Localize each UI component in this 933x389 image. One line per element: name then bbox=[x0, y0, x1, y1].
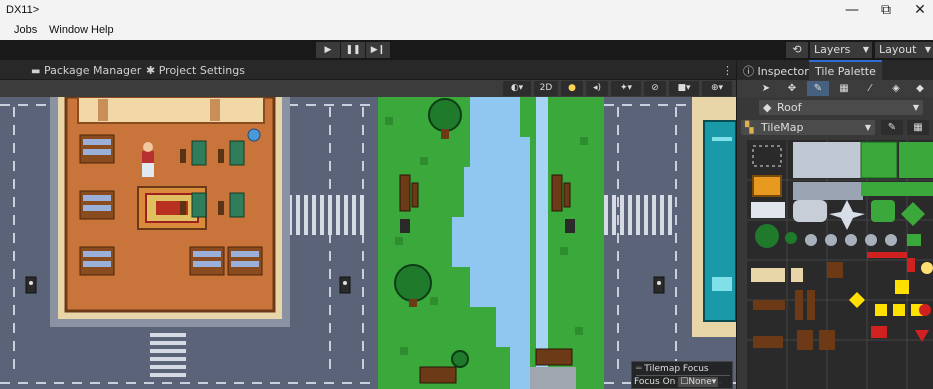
tab-package-manager-label: Package Manager bbox=[43, 64, 142, 77]
layout-dropdown[interactable]: Layout ▼ bbox=[875, 42, 933, 58]
drag-handle-icon[interactable]: ═ bbox=[636, 364, 641, 374]
tab-tile-palette[interactable]: Tile Palette bbox=[809, 60, 882, 80]
minimize-button[interactable]: — bbox=[838, 2, 866, 18]
fill-bucket-icon[interactable]: ◆ bbox=[909, 81, 931, 96]
menu-bar: Jobs Window Help bbox=[0, 22, 933, 40]
layout-label: Layout bbox=[879, 43, 917, 56]
tilemap-focus-overlay: ═ Tilemap Focus Focus On ☐None▾ bbox=[631, 361, 733, 389]
right-tab-strip: ⓘ Inspector Tile Palette bbox=[737, 60, 933, 80]
chevron-down-icon: ▼ bbox=[862, 45, 869, 54]
tab-inspector-label: Inspector bbox=[757, 65, 809, 78]
tile-palette-panel: ⓘ Inspector Tile Palette ➤ ✥ ✎ ▦ ⁄ ◈ ◆ ◆… bbox=[736, 60, 933, 389]
paint-brush-icon[interactable]: ✎ bbox=[807, 81, 829, 96]
focus-value: None bbox=[688, 377, 712, 387]
active-tilemap-dropdown[interactable]: ▚ TileMap ▼ bbox=[741, 120, 875, 135]
camera-dropdown-icon[interactable]: ■▾ bbox=[669, 81, 699, 96]
close-button[interactable]: ✕ bbox=[906, 2, 933, 18]
history-icon[interactable]: ⟲ bbox=[786, 42, 808, 58]
layers-label: Layers bbox=[814, 43, 851, 56]
palette-tiles bbox=[747, 140, 933, 389]
more-options-icon[interactable]: ⋮ bbox=[722, 64, 733, 77]
tilemap-icon: ▚ bbox=[745, 121, 754, 134]
chevron-down-icon: ▼ bbox=[924, 45, 931, 54]
gear-icon: ✱ bbox=[146, 64, 156, 77]
grid-settings-icon[interactable]: ▦ bbox=[907, 120, 929, 135]
select-tool-icon[interactable]: ➤ bbox=[755, 81, 777, 96]
main-toolbar: ▶ ❚❚ ▶❙ ⟲ ⚲ Layers ▼ Layout ▼ bbox=[0, 40, 933, 60]
scene-tab-strip: ▬ Package Manager ✱ Project Settings ⋮ bbox=[0, 60, 736, 80]
focus-on-dropdown[interactable]: ☐None▾ bbox=[678, 377, 719, 387]
tile-palette-grid[interactable] bbox=[747, 140, 933, 389]
lighting-toggle-icon[interactable]: ● bbox=[561, 81, 583, 96]
window-title: DX11> bbox=[6, 4, 40, 16]
tilemap-focus-title: Tilemap Focus bbox=[644, 364, 709, 374]
tab-tile-palette-label: Tile Palette bbox=[815, 65, 876, 78]
focus-on-label: Focus On bbox=[634, 377, 676, 387]
step-button[interactable]: ▶❙ bbox=[366, 42, 390, 58]
menu-jobs[interactable]: Jobs bbox=[14, 24, 37, 36]
tab-project-settings-label: Project Settings bbox=[158, 64, 245, 77]
edit-palette-icon[interactable]: ✎ bbox=[881, 120, 903, 135]
picker-icon[interactable]: ⁄ bbox=[859, 81, 881, 96]
eraser-icon[interactable]: ◈ bbox=[885, 81, 907, 96]
layers-dropdown[interactable]: Layers ▼ bbox=[810, 42, 872, 58]
tab-inspector[interactable]: ⓘ Inspector bbox=[743, 63, 809, 79]
mode-2d-toggle[interactable]: 2D bbox=[534, 81, 558, 96]
play-button[interactable]: ▶ bbox=[316, 42, 340, 58]
palette-name: Roof bbox=[777, 101, 802, 114]
chevron-down-icon: ▼ bbox=[912, 103, 919, 112]
hidden-objects-icon[interactable]: ⊘ bbox=[644, 81, 666, 96]
effects-dropdown-icon[interactable]: ✦▾ bbox=[611, 81, 641, 96]
palette-tools: ➤ ✥ ✎ ▦ ⁄ ◈ ◆ bbox=[737, 80, 933, 97]
maximize-button[interactable]: ⧉ bbox=[872, 2, 900, 18]
package-icon: ▬ bbox=[31, 66, 41, 77]
menu-help[interactable]: Help bbox=[91, 24, 114, 36]
chevron-down-icon: ▼ bbox=[864, 123, 871, 132]
title-bar: DX11> — ⧉ ✕ bbox=[0, 0, 933, 22]
active-tilemap-name: TileMap bbox=[761, 121, 804, 134]
shading-mode-dropdown[interactable]: ◐▾ bbox=[503, 81, 531, 96]
info-icon: ⓘ bbox=[743, 65, 754, 78]
move-tool-icon[interactable]: ✥ bbox=[781, 81, 803, 96]
tab-package-manager[interactable]: ▬ Package Manager bbox=[31, 64, 141, 77]
audio-toggle-icon[interactable]: ◂) bbox=[586, 81, 608, 96]
scene-view[interactable] bbox=[0, 97, 736, 389]
gizmos-dropdown-icon[interactable]: ⊕▾ bbox=[702, 81, 732, 96]
scene-view-toolbar: ◐▾ 2D ● ◂) ✦▾ ⊘ ■▾ ⊕▾ bbox=[0, 80, 736, 97]
scene-canvas bbox=[0, 97, 736, 389]
box-fill-icon[interactable]: ▦ bbox=[833, 81, 855, 96]
menu-window[interactable]: Window bbox=[49, 24, 88, 36]
pause-button[interactable]: ❚❚ bbox=[341, 42, 365, 58]
palette-icon: ◆ bbox=[763, 101, 772, 114]
tab-project-settings[interactable]: ✱ Project Settings bbox=[146, 64, 245, 77]
palette-dropdown[interactable]: ◆ Roof ▼ bbox=[759, 100, 923, 115]
